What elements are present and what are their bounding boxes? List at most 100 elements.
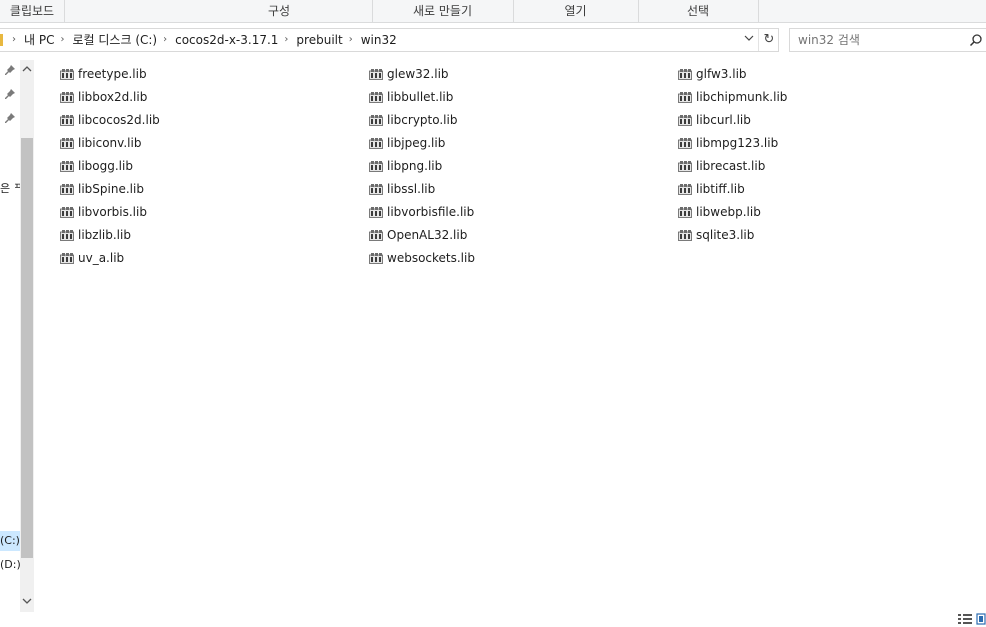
- file-item[interactable]: libtiff.lib: [678, 180, 745, 198]
- chevron-right-icon[interactable]: ›: [163, 29, 167, 51]
- file-item[interactable]: libbox2d.lib: [60, 88, 147, 106]
- file-item[interactable]: libpng.lib: [369, 157, 442, 175]
- file-item[interactable]: libzlib.lib: [60, 226, 131, 244]
- file-item[interactable]: libcurl.lib: [678, 111, 751, 129]
- file-item[interactable]: libcrypto.lib: [369, 111, 457, 129]
- file-item[interactable]: libcocos2d.lib: [60, 111, 160, 129]
- file-item[interactable]: libbullet.lib: [369, 88, 453, 106]
- library-file-icon: [678, 92, 692, 103]
- ribbon-spacer: [64, 0, 186, 22]
- file-name: glfw3.lib: [696, 67, 747, 81]
- library-file-icon: [369, 184, 383, 195]
- file-item[interactable]: freetype.lib: [60, 65, 147, 83]
- file-name: libogg.lib: [78, 159, 133, 173]
- file-name: libbullet.lib: [387, 90, 454, 104]
- file-name: libvorbis.lib: [78, 205, 147, 219]
- chevron-right-icon[interactable]: ›: [284, 29, 288, 51]
- library-file-icon: [60, 69, 74, 80]
- chevron-right-icon[interactable]: ›: [349, 29, 353, 51]
- file-name: OpenAL32.lib: [387, 228, 468, 242]
- file-item[interactable]: libiconv.lib: [60, 134, 141, 152]
- chevron-right-icon[interactable]: ›: [12, 29, 16, 51]
- library-file-icon: [369, 138, 383, 149]
- file-item[interactable]: libmpg123.lib: [678, 134, 778, 152]
- file-item[interactable]: libogg.lib: [60, 157, 133, 175]
- pin-icon[interactable]: [4, 88, 16, 100]
- file-item[interactable]: libSpine.lib: [60, 180, 144, 198]
- search-box[interactable]: [789, 28, 986, 52]
- file-name: libcrypto.lib: [387, 113, 458, 127]
- library-file-icon: [60, 253, 74, 264]
- library-file-icon: [369, 92, 383, 103]
- chevron-right-icon[interactable]: ›: [60, 29, 64, 51]
- file-name: websockets.lib: [387, 251, 475, 265]
- file-item[interactable]: libchipmunk.lib: [678, 88, 787, 106]
- ribbon-group-labels: 클립보드 구성 새로 만들기 열기 선택: [0, 0, 986, 23]
- library-file-icon: [678, 115, 692, 126]
- breadcrumb-cocos2d[interactable]: cocos2d-x-3.17.1: [175, 29, 278, 51]
- file-item[interactable]: OpenAL32.lib: [369, 226, 467, 244]
- library-file-icon: [678, 69, 692, 80]
- file-name: freetype.lib: [78, 67, 147, 81]
- ribbon-group-open: 열기: [513, 0, 639, 22]
- breadcrumb-win32[interactable]: win32: [361, 29, 397, 51]
- file-item[interactable]: libssl.lib: [369, 180, 435, 198]
- file-item[interactable]: libvorbis.lib: [60, 203, 147, 221]
- file-name: uv_a.lib: [78, 251, 125, 265]
- ribbon-group-new: 새로 만들기: [372, 0, 514, 22]
- nav-scrollbar[interactable]: [20, 60, 34, 612]
- library-file-icon: [369, 230, 383, 241]
- file-name: libpng.lib: [387, 159, 443, 173]
- breadcrumb-this-pc[interactable]: 내 PC: [24, 29, 54, 51]
- breadcrumb: › 내 PC › 로컬 디스크 (C:) › cocos2d-x-3.17.1 …: [6, 29, 397, 51]
- file-item[interactable]: uv_a.lib: [60, 249, 124, 267]
- file-item[interactable]: libvorbisfile.lib: [369, 203, 474, 221]
- file-item[interactable]: libwebp.lib: [678, 203, 761, 221]
- library-file-icon: [60, 184, 74, 195]
- refresh-button[interactable]: ↻: [758, 29, 779, 51]
- address-bar[interactable]: › 내 PC › 로컬 디스크 (C:) › cocos2d-x-3.17.1 …: [0, 28, 779, 52]
- breadcrumb-local-disk[interactable]: 로컬 디스크 (C:): [72, 29, 157, 51]
- file-item[interactable]: glfw3.lib: [678, 65, 747, 83]
- pin-icon[interactable]: [4, 64, 16, 76]
- search-input[interactable]: [798, 29, 958, 51]
- scroll-up-icon[interactable]: [20, 62, 34, 76]
- file-item[interactable]: libjpeg.lib: [369, 134, 445, 152]
- file-name: libmpg123.lib: [696, 136, 779, 150]
- folder-icon: [0, 34, 3, 46]
- file-name: libwebp.lib: [696, 205, 761, 219]
- file-item[interactable]: glew32.lib: [369, 65, 449, 83]
- chevron-down-icon: [744, 35, 754, 41]
- large-icons-view-icon[interactable]: [976, 613, 986, 625]
- library-file-icon: [678, 161, 692, 172]
- file-name: libtiff.lib: [696, 182, 745, 196]
- address-history-dropdown[interactable]: [740, 29, 758, 51]
- file-name: libbox2d.lib: [78, 90, 148, 104]
- library-file-icon: [369, 253, 383, 264]
- library-file-icon: [60, 138, 74, 149]
- library-file-icon: [60, 115, 74, 126]
- file-name: libcurl.lib: [696, 113, 751, 127]
- library-file-icon: [369, 115, 383, 126]
- breadcrumb-prebuilt[interactable]: prebuilt: [296, 29, 342, 51]
- library-file-icon: [678, 207, 692, 218]
- ribbon-group-clipboard: 클립보드: [0, 0, 65, 22]
- scrollbar-thumb[interactable]: [21, 138, 33, 558]
- library-file-icon: [369, 69, 383, 80]
- pin-icon[interactable]: [4, 112, 16, 124]
- nav-item-drive-c[interactable]: (C:): [0, 534, 20, 547]
- nav-item-drive-d[interactable]: (D:): [0, 558, 21, 571]
- ribbon-group-select: 선택: [638, 0, 759, 22]
- file-item[interactable]: librecast.lib: [678, 157, 765, 175]
- file-item[interactable]: websockets.lib: [369, 249, 475, 267]
- library-file-icon: [60, 92, 74, 103]
- search-icon[interactable]: [969, 33, 983, 47]
- details-view-icon[interactable]: [958, 613, 972, 625]
- file-name: libcocos2d.lib: [78, 113, 160, 127]
- file-name: librecast.lib: [696, 159, 766, 173]
- library-file-icon: [60, 161, 74, 172]
- scroll-down-icon[interactable]: [20, 594, 34, 608]
- file-item[interactable]: sqlite3.lib: [678, 226, 754, 244]
- library-file-icon: [369, 207, 383, 218]
- library-file-icon: [60, 207, 74, 218]
